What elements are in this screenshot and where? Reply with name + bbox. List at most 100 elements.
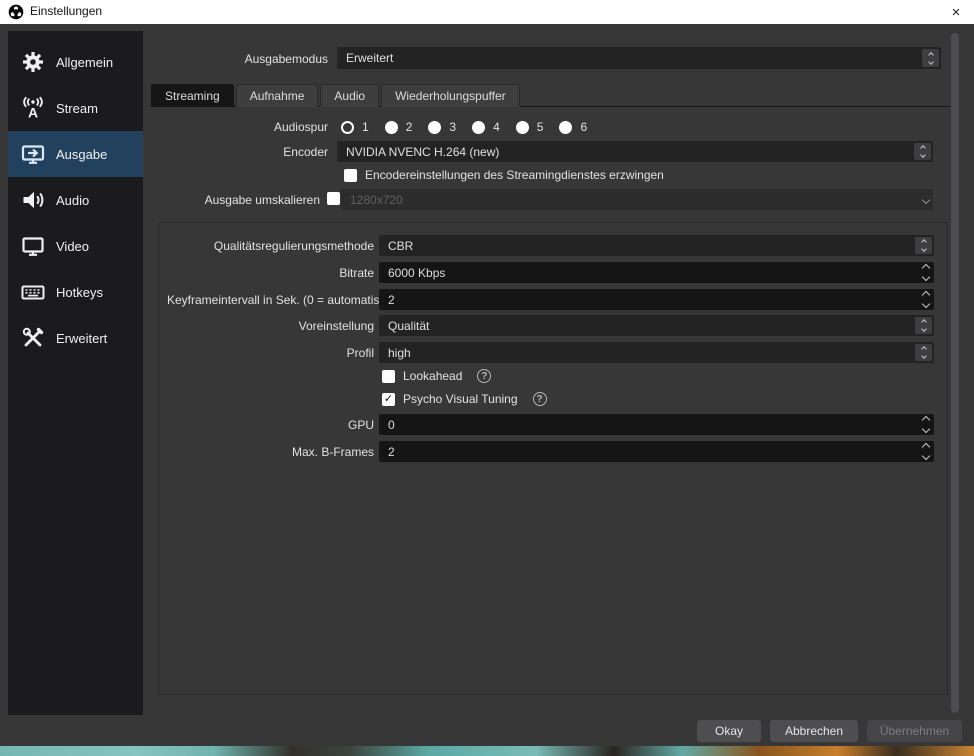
radio-label: 1 bbox=[362, 120, 369, 134]
psycho-visual-tuning-label: Psycho Visual Tuning bbox=[403, 392, 518, 406]
combo-spinner-icon[interactable] bbox=[915, 317, 932, 334]
radio-label: 2 bbox=[405, 120, 413, 134]
bitrate-input[interactable]: 6000 Kbps bbox=[379, 262, 934, 283]
keyframe-interval-input[interactable]: 2 bbox=[379, 289, 934, 310]
keyboard-icon bbox=[20, 279, 46, 305]
tab-streaming[interactable]: Streaming bbox=[151, 84, 234, 107]
tab-aufnahme[interactable]: Aufnahme bbox=[235, 84, 319, 107]
sidebar-item-audio[interactable]: Audio bbox=[8, 177, 143, 223]
speaker-icon bbox=[20, 187, 46, 213]
preset-select[interactable]: Qualität bbox=[379, 315, 934, 336]
audio-track-label: Audiospur bbox=[273, 120, 328, 134]
spinner-arrows-icon[interactable] bbox=[921, 289, 931, 310]
radio-track-5[interactable] bbox=[515, 120, 529, 134]
rescale-resolution-select[interactable]: 1280x720 bbox=[341, 189, 933, 210]
monitor-icon bbox=[20, 233, 46, 259]
vertical-scrollbar[interactable] bbox=[951, 33, 959, 713]
radio-track-2[interactable] bbox=[384, 120, 398, 134]
gpu-label: GPU bbox=[347, 418, 374, 432]
sidebar-item-erweitert[interactable]: Erweitert bbox=[8, 315, 143, 361]
lookahead-row: Lookahead ? bbox=[382, 369, 492, 383]
keyframe-interval-value: 2 bbox=[388, 292, 395, 307]
sidebar-item-stream[interactable]: A Stream bbox=[8, 85, 143, 131]
tab-bar: Streaming Aufnahme Audio Wiederholungspu… bbox=[151, 84, 522, 107]
lookahead-label: Lookahead bbox=[403, 369, 463, 383]
preset-value: Qualität bbox=[388, 318, 430, 333]
radio-track-3[interactable] bbox=[428, 120, 442, 134]
monitor-arrow-icon bbox=[20, 141, 46, 167]
radio-track-1[interactable] bbox=[341, 120, 354, 134]
settings-window: Einstellungen × Allgemein A Stream Ausga… bbox=[0, 0, 974, 756]
keyframe-interval-label: Keyframeintervall in Sek. (0 = automatis… bbox=[167, 293, 397, 307]
help-icon[interactable]: ? bbox=[532, 392, 547, 406]
encoder-select[interactable]: NVIDIA NVENC H.264 (new) bbox=[337, 141, 933, 162]
close-icon[interactable]: × bbox=[946, 2, 966, 22]
enforce-settings-label: Encodereinstellungen des Streamingdienst… bbox=[365, 168, 664, 182]
rescale-resolution-value: 1280x720 bbox=[350, 192, 403, 207]
output-mode-value: Erweitert bbox=[346, 51, 394, 65]
sidebar-item-label: Erweitert bbox=[56, 330, 108, 346]
encoder-settings-group: Qualitätsregulierungsmethode CBR Bitrate… bbox=[158, 222, 948, 695]
tools-icon bbox=[20, 325, 46, 351]
radio-label: 5 bbox=[536, 120, 544, 134]
sidebar: Allgemein A Stream Ausgabe Audio Video H… bbox=[8, 31, 143, 715]
audio-track-radios: 1 2 3 4 5 6 bbox=[341, 117, 587, 137]
psycho-visual-tuning-checkbox[interactable]: ✓ bbox=[382, 392, 395, 406]
okay-button[interactable]: Okay bbox=[697, 720, 761, 742]
sidebar-item-label: Allgemein bbox=[56, 54, 114, 70]
sidebar-item-video[interactable]: Video bbox=[8, 223, 143, 269]
max-b-frames-value: 2 bbox=[388, 444, 395, 459]
radio-label: 6 bbox=[580, 120, 588, 134]
sidebar-item-label: Hotkeys bbox=[56, 284, 103, 300]
bitrate-label: Bitrate bbox=[339, 266, 374, 280]
spinner-arrows-icon[interactable] bbox=[921, 262, 931, 283]
window-title: Einstellungen bbox=[30, 4, 103, 18]
rescale-checkbox[interactable] bbox=[327, 192, 340, 205]
combo-spinner-icon[interactable] bbox=[915, 344, 932, 361]
help-icon[interactable]: ? bbox=[477, 369, 492, 383]
obs-logo-icon bbox=[8, 4, 24, 20]
max-b-frames-label: Max. B-Frames bbox=[291, 445, 374, 459]
sidebar-item-allgemein[interactable]: Allgemein bbox=[8, 39, 143, 85]
max-b-frames-input[interactable]: 2 bbox=[379, 441, 934, 462]
combo-spinner-icon[interactable] bbox=[922, 49, 939, 67]
chevron-down-icon bbox=[921, 189, 931, 210]
profile-value: high bbox=[388, 345, 411, 360]
sidebar-item-label: Audio bbox=[56, 192, 90, 208]
profile-select[interactable]: high bbox=[379, 342, 934, 363]
tab-wiederholungspuffer[interactable]: Wiederholungspuffer bbox=[381, 84, 520, 107]
radio-track-4[interactable] bbox=[472, 120, 486, 134]
psycho-visual-tuning-row: ✓ Psycho Visual Tuning ? bbox=[382, 392, 547, 406]
rescale-label: Ausgabe umskalieren bbox=[204, 193, 320, 207]
enforce-settings-checkbox[interactable] bbox=[344, 168, 357, 182]
radio-track-6[interactable] bbox=[559, 120, 573, 134]
svg-text:A: A bbox=[28, 105, 38, 121]
sidebar-item-ausgabe[interactable]: Ausgabe bbox=[8, 131, 143, 177]
sidebar-item-label: Ausgabe bbox=[56, 146, 108, 162]
rate-control-select[interactable]: CBR bbox=[379, 235, 934, 256]
broadcast-icon: A bbox=[20, 95, 46, 121]
gpu-value: 0 bbox=[388, 417, 395, 432]
combo-spinner-icon[interactable] bbox=[915, 237, 932, 254]
spinner-arrows-icon[interactable] bbox=[921, 441, 931, 462]
encoder-value: NVIDIA NVENC H.264 (new) bbox=[346, 144, 500, 159]
titlebar: Einstellungen × bbox=[0, 0, 974, 24]
gear-icon bbox=[20, 49, 46, 75]
profile-label: Profil bbox=[346, 346, 374, 360]
output-mode-label: Ausgabemodus bbox=[244, 52, 328, 66]
gpu-input[interactable]: 0 bbox=[379, 414, 934, 435]
sidebar-item-label: Video bbox=[56, 238, 90, 254]
tab-audio[interactable]: Audio bbox=[320, 84, 380, 107]
radio-label: 4 bbox=[493, 120, 500, 134]
abbrechen-button[interactable]: Abbrechen bbox=[770, 720, 858, 742]
uebernehmen-button[interactable]: Übernehmen bbox=[867, 720, 962, 742]
spinner-arrows-icon[interactable] bbox=[921, 414, 931, 435]
rate-control-value: CBR bbox=[388, 238, 414, 253]
radio-label: 3 bbox=[449, 120, 457, 134]
combo-spinner-icon[interactable] bbox=[914, 143, 931, 160]
enforce-settings-row: Encodereinstellungen des Streamingdienst… bbox=[344, 168, 664, 182]
sidebar-item-hotkeys[interactable]: Hotkeys bbox=[8, 269, 143, 315]
desktop-background bbox=[0, 746, 974, 756]
lookahead-checkbox[interactable] bbox=[382, 369, 395, 383]
output-mode-select[interactable]: Erweitert bbox=[337, 47, 941, 69]
